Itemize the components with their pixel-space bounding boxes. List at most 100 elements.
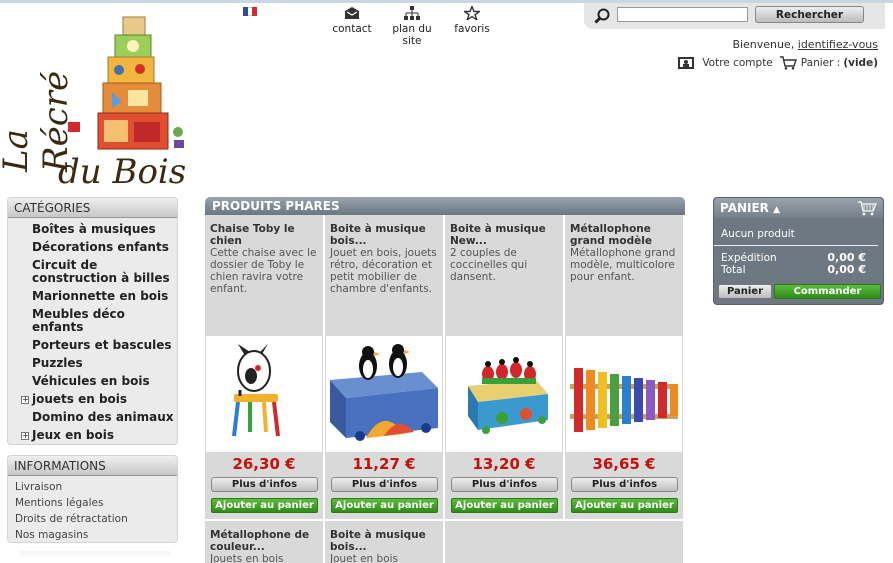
language-flag-icon[interactable] — [243, 7, 258, 16]
category-item[interactable]: Meubles déco enfants — [8, 305, 177, 336]
category-item[interactable]: + Jeux en bois — [8, 426, 177, 444]
category-item[interactable]: Boîtes à musiques — [8, 220, 177, 238]
category-item[interactable]: Porteurs et bascules — [8, 336, 177, 354]
product-card: Métallophone grand modèle Métallophone gr… — [565, 215, 683, 519]
informations-panel: INFORMATIONS Livraison Mentions légales Dr… — [7, 455, 178, 543]
product-title[interactable]: Boite à musique bois... — [325, 215, 443, 247]
category-label: Boîtes à musiques — [32, 222, 156, 236]
music-box-penguins-image[interactable] — [326, 336, 442, 452]
add-to-cart-button[interactable]: Ajouter au panier — [211, 498, 318, 513]
account-link[interactable]: Votre compte — [702, 57, 772, 69]
account-icon — [678, 57, 695, 69]
product-description: Jouets en bois — [210, 553, 284, 563]
cart-title: PANIER — [720, 201, 769, 215]
product-title[interactable]: Boite à musique New... — [445, 215, 563, 247]
featured-products-title: PRODUITS PHARES — [205, 197, 685, 215]
category-label: Porteurs et bascules — [32, 338, 172, 352]
login-link[interactable]: identifiez-vous — [798, 38, 878, 51]
search-icon — [594, 8, 610, 24]
nav-favorites-label: favoris — [454, 23, 490, 35]
category-item[interactable]: + jouets en bois — [8, 390, 177, 408]
expand-plus-icon[interactable]: + — [21, 432, 29, 440]
category-label: Véhicules en bois — [32, 374, 150, 388]
information-link[interactable]: Droits de rétractation — [15, 511, 177, 527]
add-to-cart-button[interactable]: Ajouter au panier — [571, 498, 678, 513]
expand-plus-icon[interactable]: + — [21, 396, 29, 404]
empty-grid-cell — [445, 521, 683, 563]
product-description: 2 couples de coccinelles qui dansent. — [450, 247, 528, 283]
cart-shipping-label: Expédition — [721, 252, 777, 264]
category-item[interactable]: Puzzles — [8, 354, 177, 372]
star-icon — [464, 6, 480, 20]
product-card: Boite à musique bois... Jouet en bois — [325, 521, 443, 563]
category-list: Boîtes à musiques Décorations enfants Circ… — [8, 218, 177, 444]
product-card: Boite à musique New... 2 couples de cocci… — [445, 215, 563, 519]
music-box-ladybugs-image[interactable] — [446, 336, 562, 452]
envelope-icon — [345, 7, 359, 19]
category-label: Puzzles — [32, 356, 83, 370]
product-description: Métallophone grand modèle, multicolore p… — [570, 247, 676, 283]
welcome-text: Bienvenue, — [732, 38, 795, 51]
search-bar: Rechercher — [584, 3, 885, 29]
product-price: 13,20 € — [472, 455, 536, 473]
account-bar: Votre compte Panier : (vide) — [678, 56, 878, 70]
more-info-button[interactable]: Plus d'infos — [211, 477, 318, 492]
product-title[interactable]: Métallophone de couleur... — [205, 521, 323, 553]
category-label: Décorations enfants — [32, 240, 169, 254]
product-card: Métallophone de couleur... Jouets en bois — [205, 521, 323, 563]
information-link[interactable]: Mentions légales — [15, 495, 177, 511]
category-label: Jeux en bois — [32, 428, 115, 442]
category-label: Domino des animaux — [32, 410, 174, 424]
category-label: Marionnette en bois — [32, 289, 169, 303]
cart-total-value: 0,00 € — [827, 263, 866, 276]
category-item[interactable]: Circuit de construction à billes — [8, 256, 177, 287]
more-info-button[interactable]: Plus d'infos — [571, 477, 678, 492]
product-card: Boite à musique bois... Jouet en bois, jo… — [325, 215, 443, 519]
product-price: 26,30 € — [232, 455, 296, 473]
cart-link-label[interactable]: Panier : — [801, 57, 841, 69]
information-list: Livraison Mentions légales Droits de rétra… — [8, 476, 177, 543]
welcome-message: Bienvenue, identifiez-vous — [732, 38, 878, 51]
information-link[interactable]: Nos magasins — [15, 527, 177, 543]
view-cart-button[interactable]: Panier — [718, 284, 772, 299]
category-label: jouets en bois — [32, 392, 128, 406]
add-to-cart-button[interactable]: Ajouter au panier — [331, 498, 438, 513]
categories-title: CATÉGORIES — [8, 198, 177, 218]
chair-dog-image[interactable] — [206, 336, 322, 452]
category-label: Circuit de construction à billes — [32, 258, 170, 285]
nav-sitemap[interactable]: plan du site — [382, 6, 442, 47]
nav-contact[interactable]: contact — [322, 6, 382, 47]
information-link[interactable]: Livraison — [15, 479, 177, 495]
cart-header[interactable]: PANIER ▲ — [714, 198, 883, 218]
nav-favorites[interactable]: favoris — [442, 6, 502, 47]
nav-contact-label: contact — [332, 23, 372, 35]
cart-total-label: Total — [721, 264, 746, 276]
panel-shadow — [20, 551, 170, 559]
category-item[interactable]: Décorations enfants — [8, 238, 177, 256]
search-button[interactable]: Rechercher — [755, 6, 864, 23]
add-to-cart-button[interactable]: Ajouter au panier — [451, 498, 558, 513]
product-description: Cette chaise avec le dossier de Toby le … — [210, 247, 317, 295]
more-info-button[interactable]: Plus d'infos — [331, 477, 438, 492]
category-item[interactable]: Domino des animaux — [8, 408, 177, 426]
order-button[interactable]: Commander — [774, 284, 881, 299]
site-logo[interactable]: La Récré du Bois — [0, 12, 204, 192]
product-description: Jouet en bois — [330, 553, 399, 563]
category-item[interactable]: Véhicules en bois — [8, 372, 177, 390]
cart-empty-message: Aucun produit — [714, 218, 878, 246]
search-input[interactable] — [617, 7, 748, 22]
product-title[interactable]: Boite à musique bois... — [325, 521, 443, 553]
category-item[interactable]: Marionnette en bois — [8, 287, 177, 305]
logo-line-2: du Bois — [58, 152, 187, 192]
product-title[interactable]: Chaise Toby le chien — [205, 215, 323, 247]
cart-link-state[interactable]: (vide) — [843, 57, 878, 69]
xylophone-image[interactable] — [566, 336, 682, 452]
cart-header-icon — [858, 201, 877, 216]
cart-total-row: Total 0,00 € — [714, 263, 883, 277]
product-title[interactable]: Métallophone grand modèle — [565, 215, 683, 247]
product-card: Chaise Toby le chien Cette chaise avec le… — [205, 215, 323, 519]
more-info-button[interactable]: Plus d'infos — [451, 477, 558, 492]
category-label: Meubles déco enfants — [32, 307, 125, 334]
product-price: 36,65 € — [592, 455, 656, 473]
cart-icon — [779, 56, 797, 70]
